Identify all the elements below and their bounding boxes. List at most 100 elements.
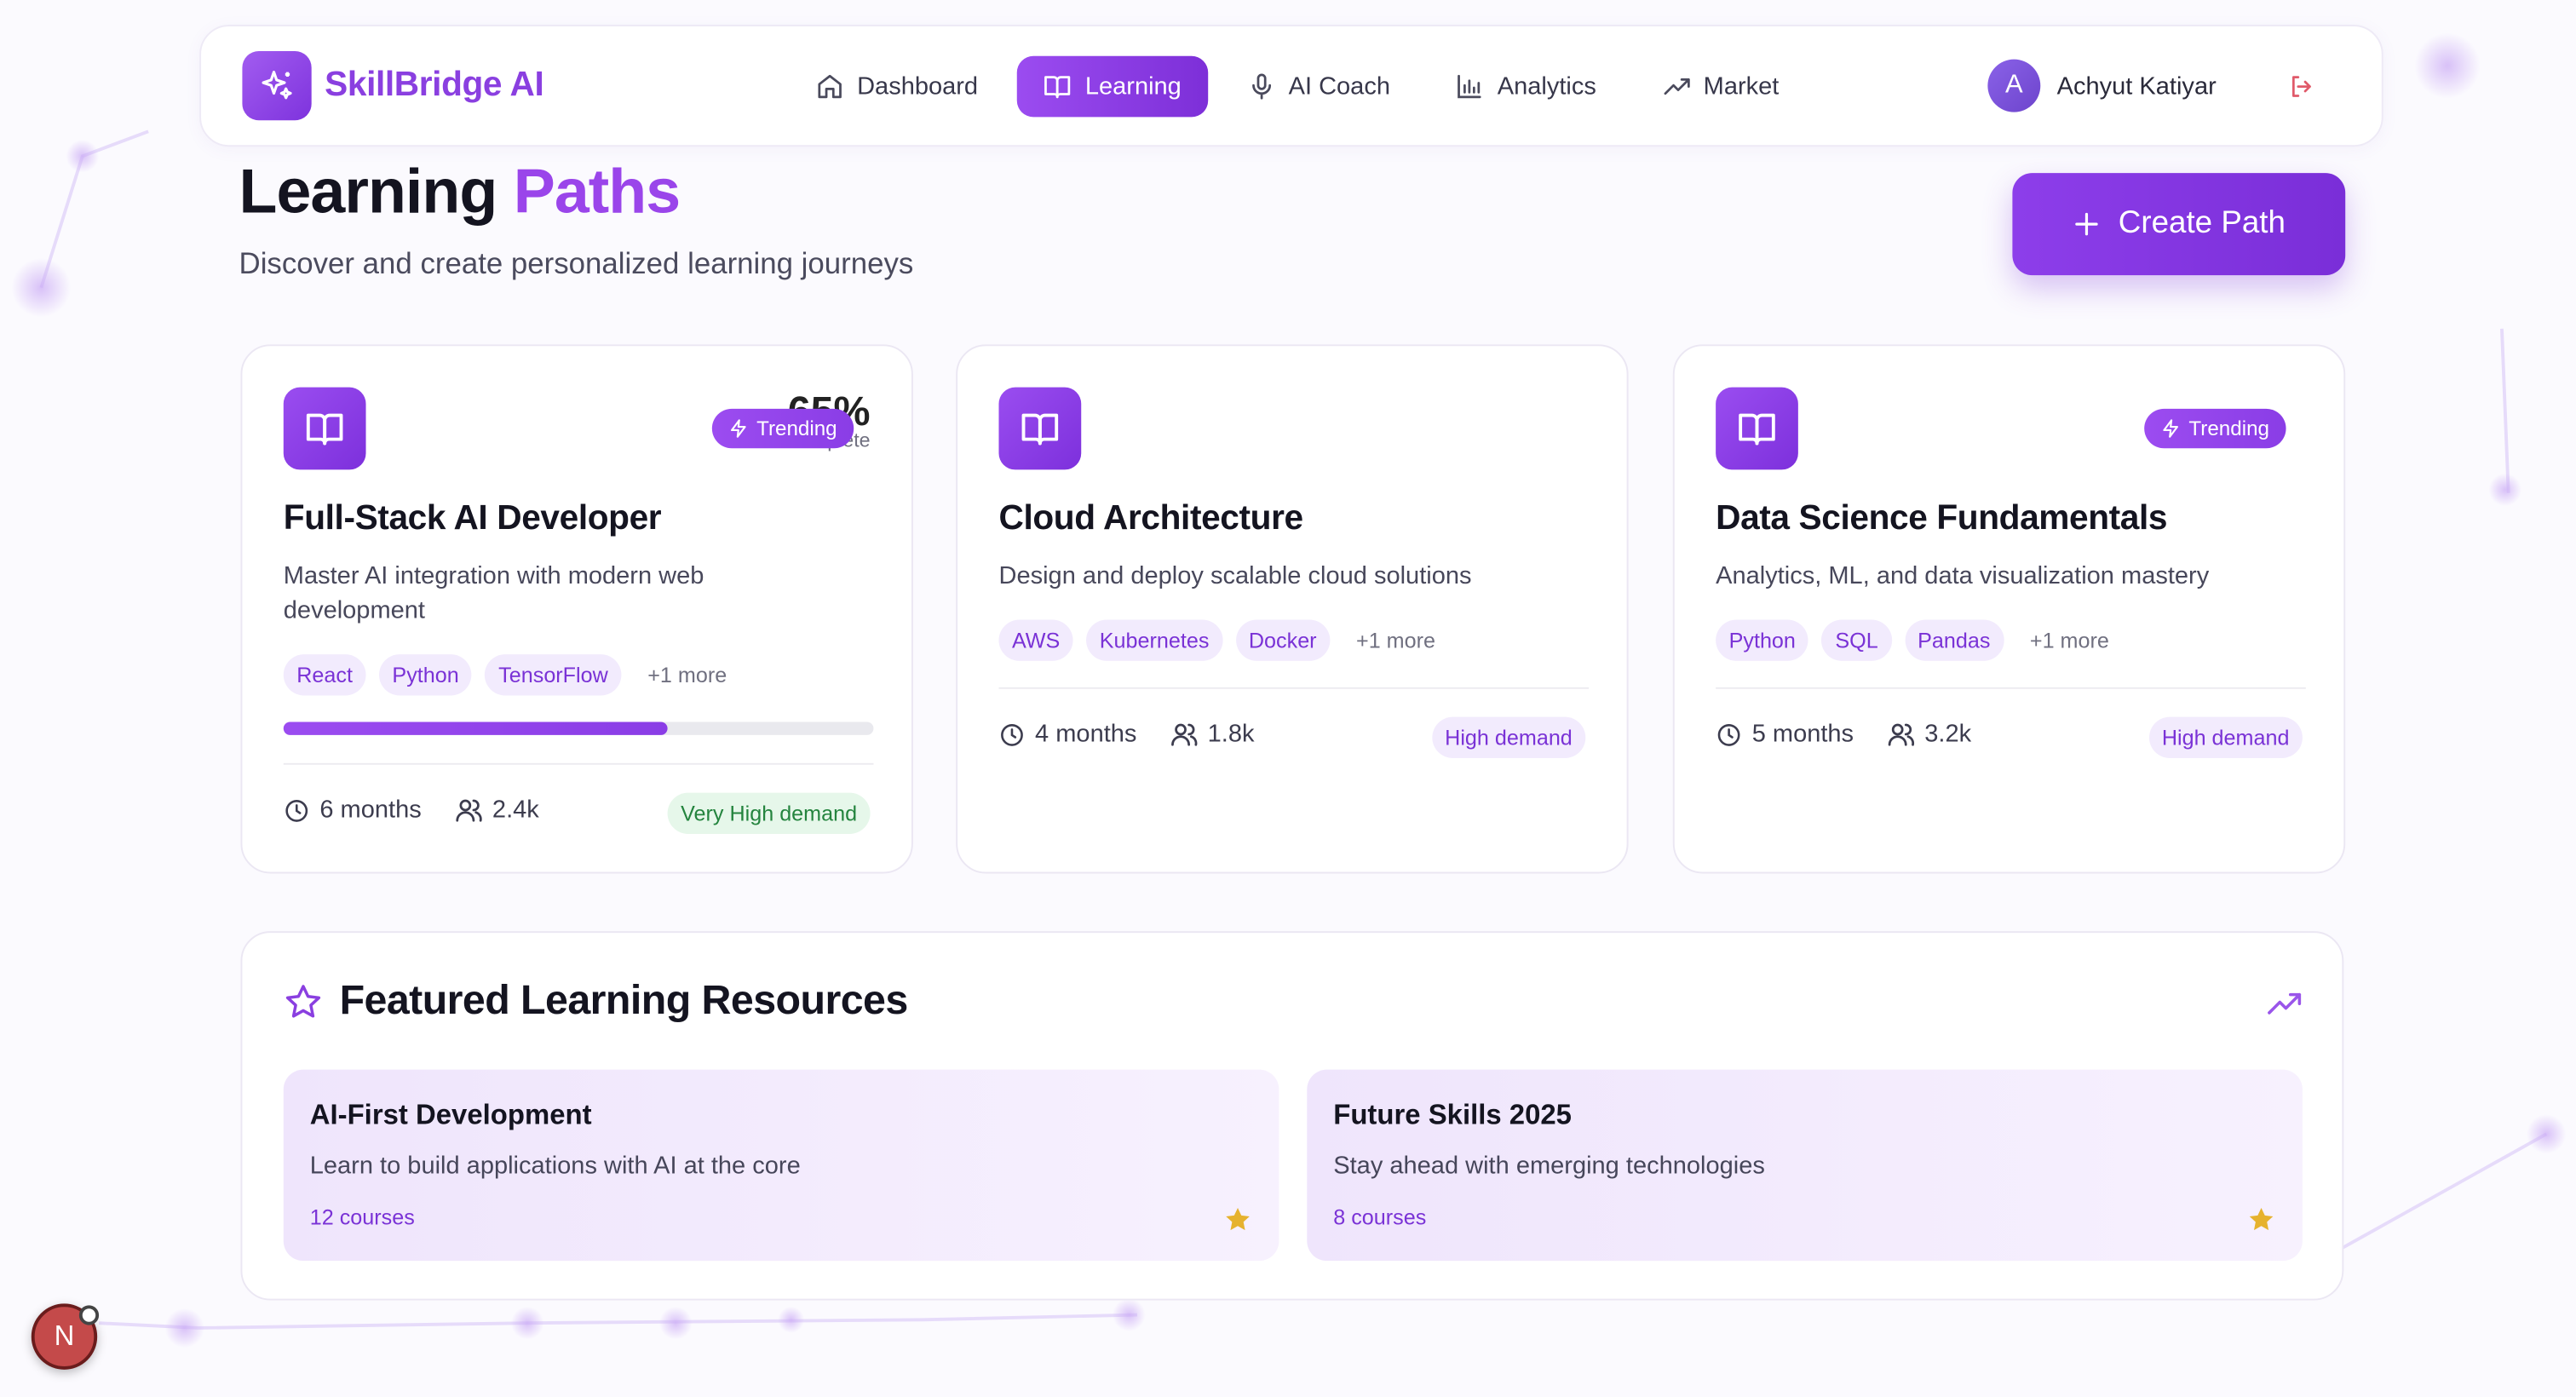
user-name: Achyut Katiyar (2056, 72, 2217, 101)
skill-tags: React Python TensorFlow +1 more (283, 654, 727, 696)
clock-icon (1717, 723, 1740, 745)
progress-bar-fill (283, 721, 667, 735)
learner-count: 1.8k (1207, 720, 1255, 749)
nav-analytics-label: Analytics (1497, 72, 1596, 101)
clock-icon (285, 799, 308, 821)
lightning-icon (730, 419, 746, 438)
nav-learning[interactable]: Learning (1017, 55, 1208, 118)
path-description: Master AI integration with modern web de… (283, 561, 704, 625)
page-title: Learning Paths (239, 158, 681, 229)
path-title: Data Science Fundamentals (1716, 499, 2168, 538)
skill-tag: Python (1716, 619, 1809, 661)
app-stage: SkillBridge AI Dashboard Learning AI Coa… (0, 0, 2576, 1397)
skill-tag: SQL (1821, 619, 1892, 661)
path-card-fullstack[interactable]: 65% Complete Trending Full-Stack AI Deve… (240, 344, 913, 874)
featured-title: Featured Learning Resources (339, 977, 909, 1024)
path-meta: 5 months 3.2k (1716, 720, 1971, 749)
trending-up-icon (1663, 78, 1689, 95)
path-card-data-science[interactable]: Trending Data Science Fundamentals Analy… (1672, 344, 2346, 874)
trending-badge: Trending (2144, 408, 2286, 449)
nav-learning-label: Learning (1084, 72, 1182, 101)
nav-ai-coach-label: AI Coach (1288, 72, 1390, 101)
featured-header: Featured Learning Resources (284, 977, 908, 1025)
star-icon (2249, 1207, 2274, 1231)
nav-dashboard[interactable]: Dashboard (790, 56, 1004, 118)
path-title: Cloud Architecture (998, 499, 1303, 538)
more-tags: +1 more (2029, 628, 2109, 653)
resource-description: Stay ahead with emerging technologies (1333, 1152, 1765, 1181)
trending-badge: Trending (711, 408, 854, 449)
learner-count: 2.4k (492, 796, 539, 825)
book-icon (1716, 387, 1798, 470)
divider (998, 687, 1590, 689)
star-outline-icon (285, 984, 321, 1017)
duration: 4 months (1035, 720, 1137, 749)
lightning-icon (2163, 419, 2178, 438)
user-menu[interactable]: A Achyut Katiyar (1987, 59, 2217, 112)
book-icon (998, 387, 1082, 470)
mic-icon (1251, 73, 1271, 100)
avatar: A (1987, 59, 2041, 112)
brand-name: SkillBridge AI (325, 66, 544, 104)
trending-label: Trending (2188, 417, 2269, 440)
trending-up-icon[interactable] (2266, 986, 2303, 1030)
resource-title: AI-First Development (309, 1099, 592, 1131)
logout-icon (2291, 76, 2311, 97)
progress-bar (283, 721, 874, 735)
sparkles-icon (242, 50, 312, 121)
skill-tag: Pandas (1904, 619, 2004, 661)
path-description: Design and deploy scalable cloud solutio… (998, 561, 1472, 590)
nav-market[interactable]: Market (1636, 56, 1805, 118)
book-icon (1044, 76, 1072, 99)
page-title-main: Learning (239, 158, 498, 228)
path-meta: 4 months 1.8k (998, 720, 1255, 749)
divider (283, 762, 874, 765)
nav-analytics[interactable]: Analytics (1429, 56, 1622, 118)
notification-dot (78, 1305, 100, 1325)
resource-title: Future Skills 2025 (1333, 1099, 1572, 1131)
demand-badge: Very High demand (667, 792, 871, 835)
home-icon (818, 74, 842, 99)
users-icon (1888, 723, 1914, 746)
duration: 5 months (1751, 720, 1854, 749)
book-icon (283, 387, 366, 470)
more-tags: +1 more (1356, 628, 1435, 653)
nav-dashboard-label: Dashboard (857, 72, 979, 101)
demand-badge: High demand (1431, 716, 1586, 759)
featured-resources-panel: Featured Learning Resources AI-First Dev… (240, 931, 2344, 1301)
bar-chart-icon (1458, 74, 1482, 99)
nav-ai-coach[interactable]: AI Coach (1221, 56, 1417, 118)
divider (1716, 687, 2306, 689)
brand-logo[interactable]: SkillBridge AI (242, 50, 544, 121)
skill-tag: AWS (998, 619, 1073, 661)
path-card-cloud[interactable]: Cloud Architecture Design and deploy sca… (956, 344, 1629, 874)
main-nav: Dashboard Learning AI Coach Analytics Ma… (790, 55, 1806, 118)
resource-course-count: 12 courses (309, 1204, 415, 1230)
path-meta: 6 months 2.4k (284, 796, 539, 825)
resource-card[interactable]: Future Skills 2025 Stay ahead with emerg… (1307, 1069, 2303, 1262)
path-description: Analytics, ML, and data visualization ma… (1716, 561, 2210, 590)
skill-tags: AWS Kubernetes Docker +1 more (998, 619, 1435, 661)
skill-tag: TensorFlow (485, 654, 622, 696)
skill-tag: React (283, 654, 366, 696)
create-path-button[interactable]: Create Path (2012, 173, 2346, 276)
duration: 6 months (319, 796, 422, 825)
logout-button[interactable] (2288, 72, 2316, 109)
skill-tag: Python (378, 654, 473, 696)
resource-course-count: 8 courses (1333, 1204, 1427, 1230)
resource-card[interactable]: AI-First Development Learn to build appl… (283, 1069, 1279, 1262)
top-navbar: SkillBridge AI Dashboard Learning AI Coa… (199, 25, 2383, 147)
users-icon (455, 799, 482, 822)
demand-badge: High demand (2148, 716, 2303, 759)
path-title: Full-Stack AI Developer (283, 499, 662, 538)
page-subtitle: Discover and create personalized learnin… (239, 247, 914, 280)
clock-icon (1001, 723, 1023, 745)
skill-tag: Kubernetes (1086, 619, 1222, 661)
star-icon (1226, 1207, 1250, 1231)
resource-description: Learn to build applications with AI at t… (309, 1152, 801, 1181)
page-title-accent: Paths (513, 158, 681, 228)
plus-icon (2075, 212, 2099, 236)
skill-tag: Docker (1235, 619, 1331, 661)
more-tags: +1 more (647, 662, 727, 687)
trending-label: Trending (756, 417, 837, 440)
